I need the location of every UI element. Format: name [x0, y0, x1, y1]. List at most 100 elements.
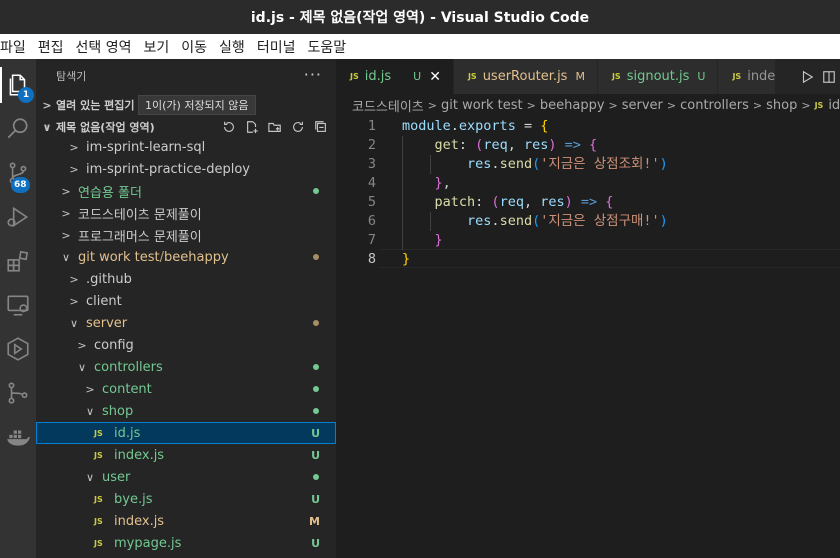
menu-item[interactable]: 실행 — [213, 37, 251, 57]
extensions-activity[interactable] — [0, 239, 36, 283]
file-item[interactable]: JS id.js U — [36, 422, 336, 444]
code-token: ) — [659, 213, 668, 229]
code-line: } — [402, 231, 443, 250]
tree-item-label: shop — [102, 403, 134, 419]
code-line: patch: (req, res) => { — [402, 193, 614, 212]
code-token: req — [499, 194, 524, 210]
code-token: req — [483, 137, 508, 153]
chevron-right-icon: > — [42, 98, 52, 112]
folder-item[interactable]: ∨ user — [36, 466, 336, 488]
folder-item[interactable]: ∨ shop — [36, 400, 336, 422]
git-status-badge: U — [311, 536, 320, 550]
chevron-down-icon: ∨ — [77, 360, 87, 374]
workspace-section[interactable]: ∨ 제목 없음(작업 영역) — [36, 116, 336, 138]
more-actions-icon[interactable]: ··· — [304, 65, 322, 84]
folder-item[interactable]: > 코드스테이츠 문제풀이 — [36, 202, 336, 224]
code-token: { — [589, 137, 598, 153]
tab-git-status: M — [575, 70, 585, 83]
explorer-activity[interactable]: 1 — [0, 63, 36, 107]
close-icon[interactable]: ✕ — [429, 69, 441, 85]
breadcrumb-item[interactable]: 코드스테이츠 — [352, 96, 424, 115]
menu-item[interactable]: 편집 — [32, 37, 70, 57]
tree-item-label: index.js — [114, 513, 165, 529]
git-status-dot — [313, 364, 319, 370]
folder-item[interactable]: > client — [36, 290, 336, 312]
code-token: => — [564, 137, 581, 153]
folder-item[interactable]: > content — [36, 378, 336, 400]
chevron-right-icon: > — [69, 140, 79, 154]
breadcrumb-item[interactable]: beehappy — [540, 98, 605, 113]
collapse-all-icon[interactable] — [312, 118, 330, 136]
chevron-down-icon: ∨ — [85, 470, 95, 484]
chevron-right-icon: > — [61, 184, 71, 198]
folder-item[interactable]: > 연습용 폴더 — [36, 180, 336, 202]
source-control-activity[interactable]: 68 — [0, 151, 36, 195]
code-line: } — [402, 250, 410, 269]
code-token: ) — [548, 137, 557, 153]
file-item[interactable]: JS index.js U — [36, 444, 336, 466]
new-file-icon[interactable] — [243, 118, 261, 136]
refresh-icon[interactable] — [220, 118, 238, 136]
editor-tab[interactable]: JS userRouter.js M — [453, 59, 598, 94]
line-number: 6 — [367, 213, 376, 229]
breadcrumb-item[interactable]: id.js — [828, 98, 840, 113]
folder-item[interactable]: ∨ git work test / beehappy — [36, 246, 336, 268]
menu-item[interactable]: 보기 — [138, 37, 176, 57]
refresh-explorer-icon[interactable] — [289, 118, 307, 136]
chevron-right-icon: > — [801, 98, 811, 112]
tree-item-label: bye.js — [114, 491, 153, 507]
explorer-title: 탐색기 — [56, 70, 87, 83]
git-status-dot — [313, 386, 319, 392]
js-file-icon: JS — [350, 72, 359, 81]
editor-tab[interactable]: JS signout.js U — [597, 59, 719, 94]
chevron-right-icon: > — [77, 338, 87, 352]
split-editor-icon[interactable] — [822, 70, 836, 84]
code-token: . — [491, 156, 500, 172]
code-editor[interactable]: 1 2 3 4 5 6 7 8 module.exports = { get: (req, re… — [336, 116, 840, 558]
git-status-dot — [313, 320, 319, 326]
folder-item[interactable]: > config — [36, 334, 336, 356]
breadcrumb-item[interactable]: git work test — [441, 98, 523, 113]
tree-item-label: git work test — [78, 249, 160, 265]
folder-item[interactable]: > im-sprint-practice-deploy — [36, 158, 336, 180]
file-item[interactable]: JS index.js M — [36, 510, 336, 532]
remote-explorer-activity[interactable] — [0, 283, 36, 327]
chevron-right-icon: > — [427, 98, 437, 112]
folder-item[interactable]: > .github — [36, 268, 336, 290]
run-debug-activity[interactable] — [0, 195, 36, 239]
new-folder-icon[interactable] — [266, 118, 284, 136]
editor-tab[interactable]: JS id.js U ✕ — [336, 59, 454, 94]
menu-item[interactable]: 터미널 — [251, 37, 302, 57]
folder-item[interactable]: > 프로그래머스 문제풀이 — [36, 224, 336, 246]
code-token: patch — [434, 194, 476, 210]
tree-item-label: config — [94, 337, 134, 353]
folder-item[interactable]: ∨ controllers — [36, 356, 336, 378]
file-item[interactable]: JS mypage.js U — [36, 532, 336, 554]
search-activity[interactable] — [0, 107, 36, 151]
tab-label: userRouter.js — [482, 69, 568, 84]
hexagon-extension-activity[interactable] — [0, 327, 36, 371]
docker-activity[interactable] — [0, 415, 36, 459]
chevron-down-icon: ∨ — [85, 404, 95, 418]
folder-item[interactable]: ∨ server — [36, 312, 336, 334]
breadcrumb-item[interactable]: server — [622, 98, 663, 113]
editor-tab[interactable]: JS inde — [718, 59, 777, 94]
git-status-badge: M — [309, 514, 320, 528]
git-graph-activity[interactable] — [0, 371, 36, 415]
menu-item[interactable]: 도움말 — [301, 37, 352, 57]
code-token: send — [499, 156, 533, 172]
menu-item[interactable]: 파일 — [0, 37, 32, 57]
menu-item[interactable]: 이동 — [175, 37, 213, 57]
file-item[interactable]: JS bye.js U — [36, 488, 336, 510]
breadcrumb-item[interactable]: controllers — [680, 98, 749, 113]
git-status-badge: U — [311, 492, 320, 506]
folder-item[interactable]: > im-sprint-learn-sql — [36, 136, 336, 158]
breadcrumb-item[interactable]: shop — [766, 98, 797, 113]
code-line: res.send('지금은 상점구매!') — [402, 212, 668, 231]
run-icon[interactable] — [800, 70, 814, 84]
hexagon-icon — [7, 337, 29, 361]
menu-item[interactable]: 선택 영역 — [70, 37, 138, 57]
